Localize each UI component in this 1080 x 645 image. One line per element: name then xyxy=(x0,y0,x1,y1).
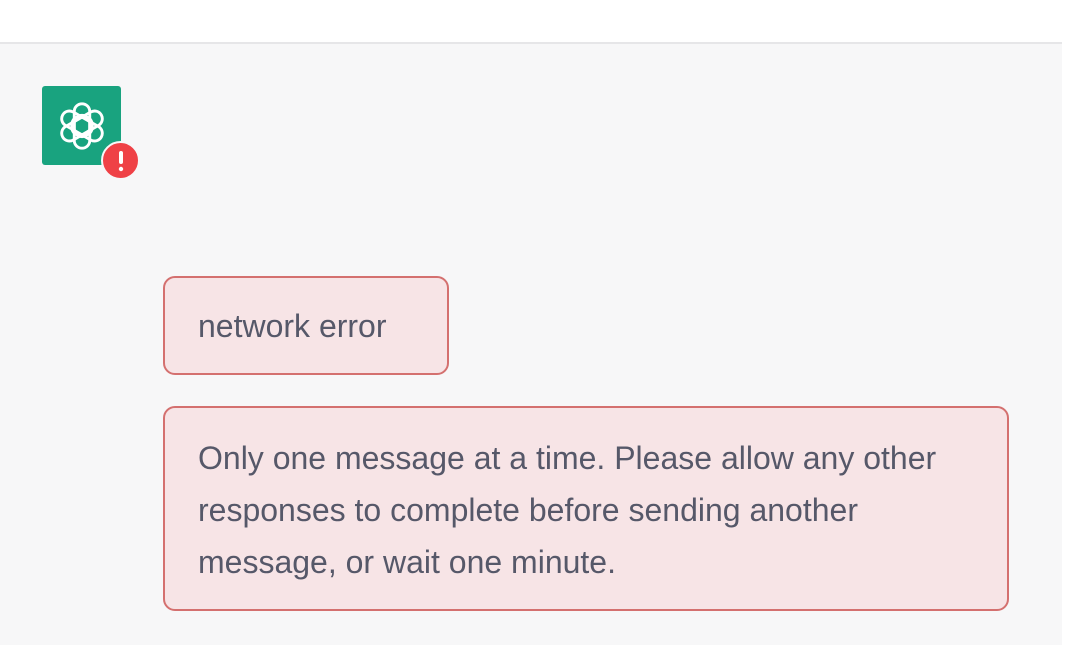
right-edge xyxy=(1062,0,1080,645)
assistant-avatar-group xyxy=(42,86,142,180)
error-badge xyxy=(101,141,140,180)
top-bar xyxy=(0,0,1062,44)
openai-logo-icon xyxy=(59,101,104,150)
error-message-network: network error xyxy=(163,276,449,375)
exclamation-icon xyxy=(118,150,123,171)
error-message-rate-limit: Only one message at a time. Please allow… xyxy=(163,406,1009,611)
